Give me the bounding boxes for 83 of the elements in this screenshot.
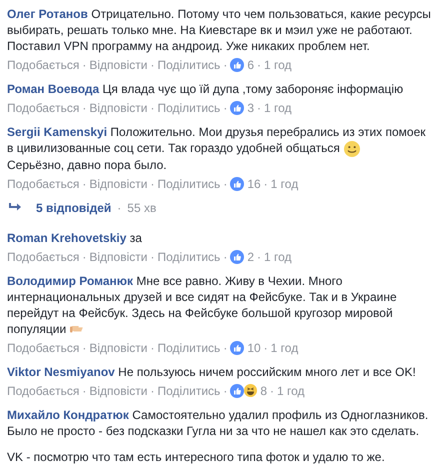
separator-dot: ·: [149, 382, 156, 399]
action-link[interactable]: Поділитись: [157, 340, 220, 356]
separator-dot: ·: [149, 57, 156, 73]
author-link[interactable]: Sergii Kamenskyi: [7, 125, 108, 139]
reaction-count[interactable]: 3: [247, 100, 254, 116]
like-icon: [230, 384, 244, 398]
separator-dot: ·: [262, 340, 269, 356]
action-link[interactable]: Подобається: [7, 100, 80, 116]
separator-dot: ·: [222, 382, 228, 399]
comment-text: Viktor Nesmiyanov Не пользуюсь ничем российским много лет и все OK!: [7, 364, 416, 379]
separator-dot: ·: [222, 176, 228, 192]
reaction-count[interactable]: 2: [247, 248, 254, 265]
author-link[interactable]: Roman Krehovetskiy: [7, 230, 126, 245]
laughing-face-icon: [244, 384, 258, 398]
comment-text: Серьёзно, давно пора было.: [7, 156, 168, 173]
like-icon: [230, 176, 244, 191]
action-link[interactable]: Подобається: [7, 382, 80, 399]
action-link[interactable]: Відповісти: [89, 100, 148, 116]
timestamp: 1 год: [264, 100, 292, 116]
timestamp: 1 год: [277, 382, 305, 399]
reaction-count[interactable]: 10: [247, 340, 261, 356]
timestamp: 1 год: [270, 340, 298, 356]
separator-dot: ·: [222, 100, 228, 116]
separator-dot: ·: [149, 176, 156, 192]
comment-text: Roman Krehovetskiy за: [7, 230, 142, 245]
action-link[interactable]: Відповісти: [89, 382, 148, 399]
like-icon: [230, 250, 244, 264]
action-link[interactable]: Поділитись: [157, 248, 220, 265]
author-link[interactable]: Viktor Nesmiyanov: [7, 364, 115, 379]
separator-dot: ·: [256, 57, 262, 73]
action-link[interactable]: Подобається: [7, 340, 80, 356]
separator-dot: ·: [149, 340, 156, 356]
like-icon: [230, 340, 244, 355]
reaction-count[interactable]: 16: [247, 176, 261, 192]
separator-dot: ·: [81, 382, 88, 399]
reaction-count[interactable]: 8: [260, 382, 267, 399]
comment-text: Володимир Романюк Мне все равно. Живу в Чехии. Много интернациональных друзей и все сидят на Фейсбуке. Так и в Украине перейдут на Фейсбук. Здесь на Фейсбуке большой кругозор мировой популяции: [7, 274, 397, 336]
action-link[interactable]: Подобається: [7, 57, 80, 73]
timestamp: 1 год: [264, 57, 292, 73]
reaction-count[interactable]: 6: [247, 57, 254, 73]
replies-link[interactable]: 5 відповідей: [36, 200, 112, 216]
separator-dot: ·: [81, 100, 88, 116]
action-link[interactable]: Поділитись: [157, 382, 220, 399]
reply-arrow-icon: [9, 203, 22, 212]
action-link[interactable]: Відповісти: [89, 248, 148, 265]
comment-text: Sergii Kamenskyi Положительно. Мои друзья перебрались из этих помоек в цивилизованные соц сети. Так гораздо удобней общаться: [7, 125, 426, 155]
like-icon: [230, 58, 244, 72]
comment-text: Михайло Кондратюк Самостоятельно удалил профиль из Одноглазников. Было не просто - без подсказки Гугла ни за что не нашел как это сделать.: [7, 408, 428, 438]
author-link[interactable]: Михайло Кондратюк: [7, 408, 129, 422]
comment-text: Олег Ротанов Отрицательно. Потому что чем пользоваться, какие ресурсы выбирать, решать только мне. На Киевстаре вк и мэил уже не работают. Поставил VPN программу на андроид. Уже никаких проблем нет.: [7, 7, 431, 53]
separator-dot: ·: [81, 57, 88, 73]
action-link[interactable]: Поділитись: [157, 176, 220, 192]
separator-dot: ·: [149, 100, 156, 116]
author-link[interactable]: Володимир Романюк: [7, 274, 134, 288]
separator-dot: ·: [222, 340, 228, 356]
separator-dot: ·: [256, 100, 262, 116]
action-link[interactable]: Поділитись: [157, 100, 220, 116]
action-link[interactable]: Поділитись: [157, 57, 220, 73]
like-icon: [230, 101, 244, 115]
timestamp: 1 год: [270, 176, 298, 192]
separator-dot: ·: [256, 248, 262, 265]
separator-dot: ·: [269, 382, 275, 399]
timestamp: 1 год: [264, 248, 292, 265]
timestamp: 55 хв: [127, 200, 156, 216]
action-link[interactable]: Відповісти: [89, 176, 148, 192]
separator-dot: ·: [222, 57, 228, 73]
separator-dot: ·: [262, 176, 269, 192]
action-link[interactable]: Подобається: [7, 176, 80, 192]
pointing-hand-icon: [70, 326, 84, 334]
separator-dot: ·: [81, 248, 88, 265]
separator-dot: ·: [117, 200, 122, 216]
separator-dot: ·: [149, 248, 156, 265]
comment-text: Роман Воевода Ця влада чує що їй дупа ,тому забороняє інформацію: [7, 82, 404, 96]
author-link[interactable]: Роман Воевода: [7, 82, 100, 96]
separator-dot: ·: [81, 176, 88, 192]
author-link[interactable]: Олег Ротанов: [7, 7, 88, 21]
separator-dot: ·: [81, 340, 88, 356]
action-link[interactable]: Відповісти: [89, 57, 148, 73]
smiley-icon: [344, 140, 360, 157]
action-link[interactable]: Подобається: [7, 248, 80, 265]
action-link[interactable]: Відповісти: [89, 340, 148, 356]
comment-text: VK - посмотрю что там есть интересного типа фоток и удалю то же.: [7, 448, 386, 465]
separator-dot: ·: [222, 248, 228, 265]
